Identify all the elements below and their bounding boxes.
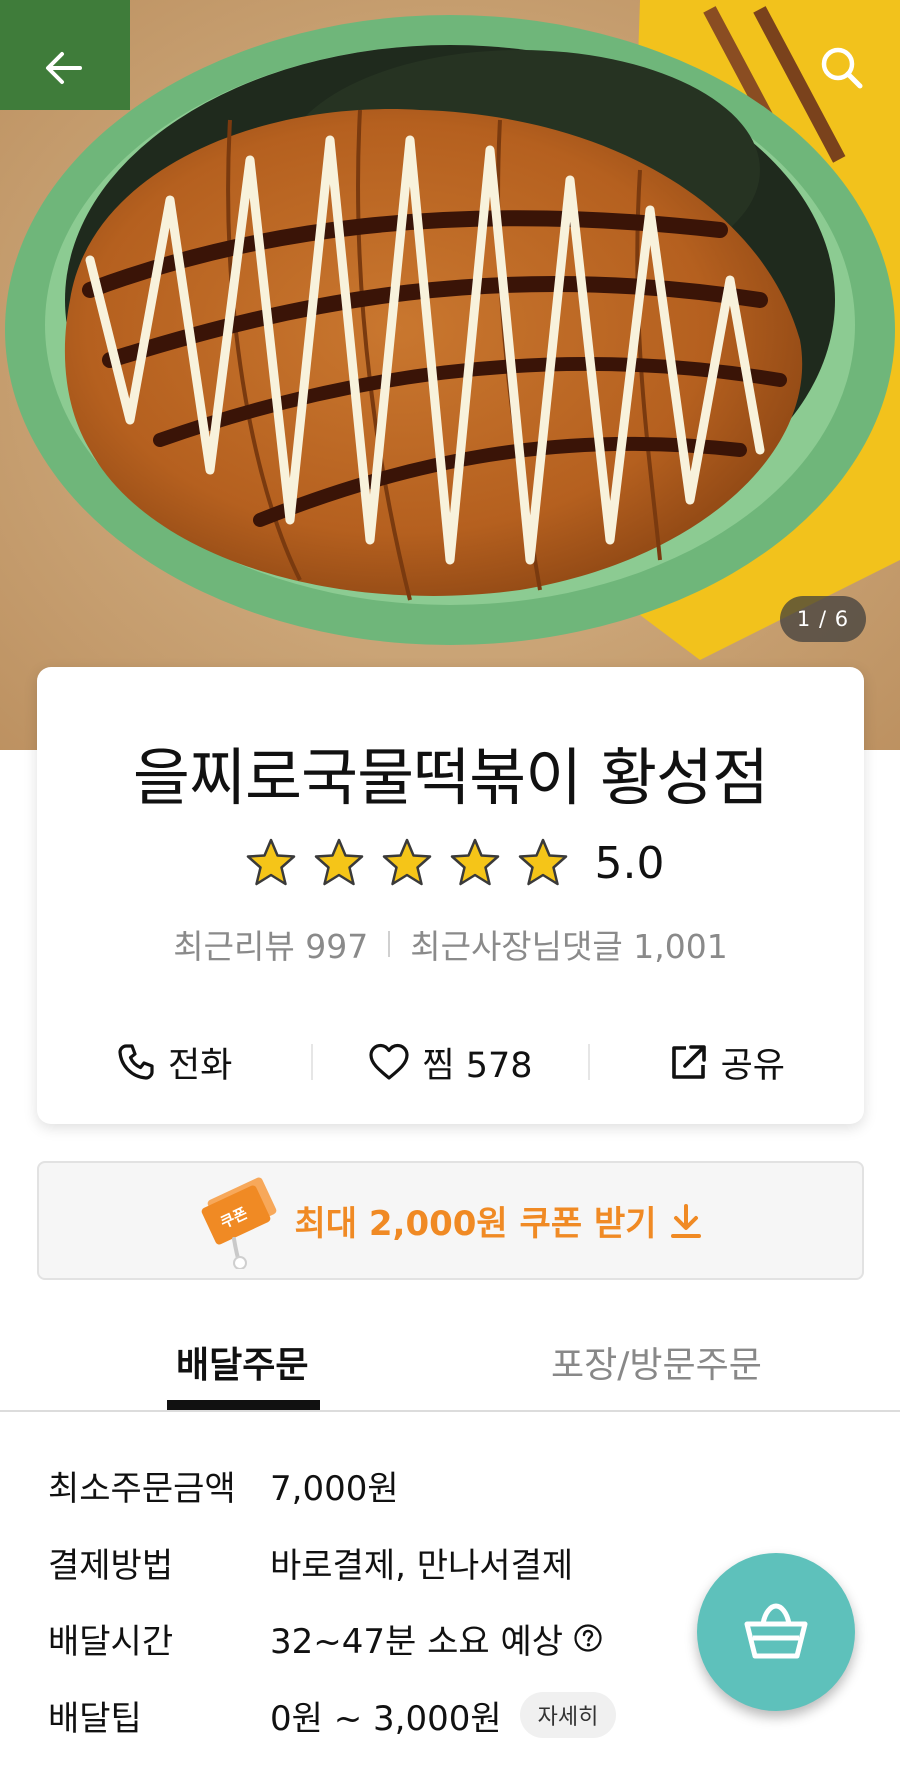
recent-reviews[interactable]: 최근리뷰 997 <box>173 920 368 968</box>
cart-button[interactable] <box>697 1553 855 1711</box>
divider <box>388 931 391 957</box>
rating-row[interactable]: 5.0 <box>37 837 864 889</box>
hero-image[interactable]: 1 / 6 <box>0 0 900 750</box>
question-circle-icon[interactable] <box>573 1623 603 1653</box>
call-button[interactable]: 전화 <box>37 1037 311 1088</box>
min-order-row: 최소주문금액 7,000원 <box>48 1455 688 1515</box>
payment-value: 바로결제, 만나서결제 <box>270 1545 574 1586</box>
star-icon <box>450 838 499 886</box>
star-icon <box>382 838 431 886</box>
coupon-label: 최대 2,000원 쿠폰 받기 <box>294 1204 657 1244</box>
coupon-ticket-icon: 쿠폰 <box>202 1177 277 1269</box>
share-label: 공유 <box>720 1045 786 1086</box>
favorite-label: 찜 578 <box>422 1045 533 1086</box>
food-photo <box>0 0 900 750</box>
min-order-label: 최소주문금액 <box>48 1468 236 1509</box>
arrow-left-icon <box>46 52 82 84</box>
payment-label: 결제방법 <box>48 1545 174 1586</box>
coupon-download-button[interactable]: 쿠폰 최대 2,000원 쿠폰 받기 <box>37 1161 864 1280</box>
share-icon <box>671 1045 706 1079</box>
heart-icon <box>369 1043 410 1080</box>
delivery-tip-value: 0원 ~ 3,000원 <box>270 1698 502 1739</box>
delivery-time-value: 32~47분 소요 예상 <box>270 1621 564 1662</box>
phone-icon <box>118 1044 154 1080</box>
share-button[interactable]: 공유 <box>590 1037 864 1088</box>
delivery-tip-row: 배달팁 0원 ~ 3,000원 자세히 <box>48 1685 688 1745</box>
owner-replies[interactable]: 최근사장님댓글 1,001 <box>410 920 727 968</box>
delivery-time-label: 배달시간 <box>48 1621 174 1662</box>
delivery-tip-label: 배달팁 <box>48 1698 142 1739</box>
delivery-time-value-wrap: 32~47분 소요 예상 <box>270 1614 603 1663</box>
min-order-value: 7,000원 <box>270 1468 399 1509</box>
image-counter: 1 / 6 <box>780 596 866 642</box>
star-icon <box>246 838 295 886</box>
delivery-tip-details-button[interactable]: 자세히 <box>519 1692 617 1738</box>
rating-value: 5.0 <box>594 837 665 889</box>
call-label: 전화 <box>167 1045 233 1086</box>
action-row: 전화 찜 578 공유 <box>37 1027 864 1097</box>
download-icon <box>670 1203 701 1238</box>
store-name: 을찌로국물떡볶이 황성점 <box>132 741 769 814</box>
favorite-button[interactable]: 찜 578 <box>313 1037 587 1088</box>
review-summary[interactable]: 최근리뷰 997 최근사장님댓글 1,001 <box>37 920 864 968</box>
payment-row: 결제방법 바로결제, 만나서결제 <box>48 1532 688 1592</box>
tab-delivery-order[interactable]: 배달주문 <box>176 1336 308 1388</box>
search-button[interactable] <box>812 38 872 98</box>
back-button[interactable] <box>34 38 94 98</box>
basket-icon <box>744 1603 808 1659</box>
search-icon <box>821 47 863 89</box>
delivery-tip-value-wrap: 0원 ~ 3,000원 자세히 <box>270 1691 617 1740</box>
star-icon <box>518 838 567 886</box>
store-info-card: 을찌로국물떡볶이 황성점 5.0 최근리뷰 997 최근사장님댓글 1,001 … <box>37 667 864 1124</box>
active-tab-indicator <box>167 1400 320 1410</box>
tab-pickup-order[interactable]: 포장/방문주문 <box>551 1336 762 1388</box>
star-icon <box>314 838 363 886</box>
order-type-tabs: 배달주문 포장/방문주문 <box>0 1300 900 1412</box>
delivery-time-row: 배달시간 32~47분 소요 예상 <box>48 1608 688 1668</box>
